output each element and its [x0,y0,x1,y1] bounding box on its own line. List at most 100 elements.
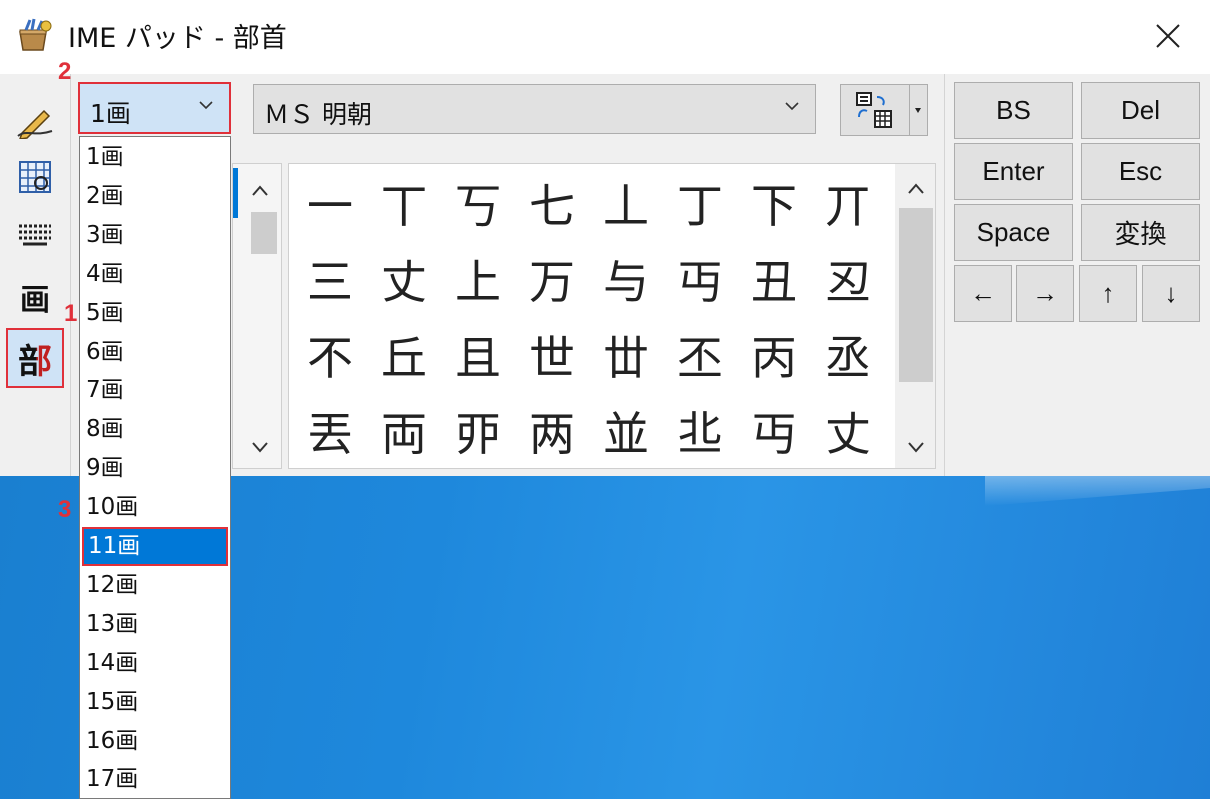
close-icon [1156,24,1180,48]
soft-keyboard-button[interactable] [8,206,62,260]
down-arrow-key[interactable]: ↓ [1142,265,1200,322]
stroke-count-option[interactable]: 8画 [82,410,228,449]
up-arrow-key[interactable]: ↑ [1079,265,1137,322]
character-cell[interactable]: 与 [591,242,661,316]
character-cell[interactable]: 不 [295,318,365,392]
space-key[interactable]: Space [954,204,1073,261]
stroke-count-option[interactable]: 5画 [82,294,228,333]
stroke-count-option[interactable]: 6画 [82,333,228,372]
window-title: IME パッド - 部首 [68,23,287,54]
radical-button[interactable]: 部 [6,328,64,388]
character-cell[interactable]: 两 [517,394,587,468]
character-cell[interactable]: 両 [369,394,439,468]
stroke-count-option[interactable]: 17画 [82,760,228,798]
handwriting-button[interactable] [8,94,62,148]
stroke-count-option[interactable]: 2画 [82,177,228,216]
ime-pad-app-icon [19,18,52,51]
table-icon [19,161,51,193]
character-cell[interactable]: 丏 [665,242,735,316]
view-dropdown-button[interactable] [910,84,928,136]
stroke-count-label: 画 [20,283,50,318]
left-toolbar: 画 部 [0,74,71,476]
step-marker-3: 3 [58,496,72,523]
character-cell[interactable]: 丑 [739,242,809,316]
character-cell[interactable]: 並 [591,394,661,468]
convert-key[interactable]: 変換 [1081,204,1200,261]
character-cell[interactable]: 丣 [443,394,513,468]
del-key[interactable]: Del [1081,82,1200,139]
character-cell[interactable]: 丞 [813,318,883,392]
character-cell[interactable]: 丂 [443,166,513,240]
stroke-count-option[interactable]: 10画 [82,488,228,527]
radical-scroll-up[interactable] [245,176,275,206]
character-cell[interactable]: 上 [443,242,513,316]
character-cell[interactable]: 丕 [665,318,735,392]
character-cell[interactable]: 丈 [813,394,883,468]
character-cell[interactable]: 丘 [369,318,439,392]
step-marker-1: 1 [64,300,78,327]
character-cell[interactable]: 丒 [813,242,883,316]
character-cell[interactable]: 下 [739,166,809,240]
character-cell[interactable]: 七 [517,166,587,240]
stroke-count-option[interactable]: 1画 [82,138,228,177]
stroke-count-value: 1画 [90,99,131,128]
stroke-count-dropdown-list[interactable]: 1画 2画 3画 4画 5画 6画 7画 8画 9画 10画 11画 12画 13画 14画 15画 16画 1… [79,136,231,799]
view-toggle-button[interactable] [840,84,910,136]
character-cell[interactable]: 丌 [813,166,883,240]
enter-key[interactable]: Enter [954,143,1073,200]
grid-scroll-up[interactable] [901,174,931,204]
left-arrow-key[interactable]: ← [954,265,1012,322]
stroke-count-option[interactable]: 13画 [82,605,228,644]
stroke-count-select[interactable]: 1画 [78,82,231,134]
radical-selection-indicator [233,168,238,218]
character-cell[interactable]: 万 [517,242,587,316]
character-cell[interactable]: 丅 [369,166,439,240]
stroke-count-option[interactable]: 3画 [82,216,228,255]
character-cell[interactable]: 丟 [295,394,365,468]
chevron-down-icon [785,102,799,111]
character-cell[interactable]: 丏 [739,394,809,468]
grid-scroll-down[interactable] [901,432,931,462]
chevron-down-icon [199,101,213,110]
character-cell[interactable]: 丄 [591,166,661,240]
radical-label: 部 [18,334,52,383]
character-cell[interactable]: 丁 [665,166,735,240]
grid-scroll-thumb[interactable] [899,208,933,382]
title-bar: IME パッド - 部首 [0,0,1210,74]
step-marker-2: 2 [58,58,72,85]
character-cell[interactable]: 丗 [591,318,661,392]
font-select[interactable]: ＭＳ 明朝 [253,84,816,134]
font-value: ＭＳ 明朝 [264,100,372,129]
view-mode-icon [856,92,892,128]
chevron-up-icon [908,183,924,194]
radical-scroll-down[interactable] [245,432,275,462]
bs-key[interactable]: BS [954,82,1073,139]
pen-icon [17,109,53,139]
esc-key[interactable]: Esc [1081,143,1200,200]
stroke-count-button[interactable]: 画 [8,270,62,324]
character-cell[interactable]: 丠 [665,394,735,468]
stroke-count-option[interactable]: 11画 [82,527,228,566]
character-cell[interactable]: 丙 [739,318,809,392]
character-cell[interactable]: 一 [295,166,365,240]
character-cell[interactable]: 丈 [369,242,439,316]
grid-scrollbar[interactable] [895,164,935,468]
character-list-button[interactable] [8,150,62,204]
radical-scroll-thumb[interactable] [251,212,277,254]
stroke-count-option[interactable]: 15画 [82,683,228,722]
close-button[interactable] [1146,14,1190,58]
radical-list[interactable] [232,163,282,469]
stroke-count-option[interactable]: 14画 [82,644,228,683]
character-cell[interactable]: 世 [517,318,587,392]
stroke-count-option[interactable]: 4画 [82,255,228,294]
stroke-count-option[interactable]: 9画 [82,449,228,488]
stroke-count-option[interactable]: 16画 [82,722,228,761]
character-cell[interactable]: 且 [443,318,513,392]
right-arrow-key[interactable]: → [1016,265,1074,322]
character-cell[interactable]: 三 [295,242,365,316]
stroke-count-option[interactable]: 7画 [82,371,228,410]
chevron-down-icon [252,442,268,453]
chevron-up-icon [252,185,268,196]
stroke-count-option[interactable]: 12画 [82,566,228,605]
chevron-down-icon [908,442,924,453]
